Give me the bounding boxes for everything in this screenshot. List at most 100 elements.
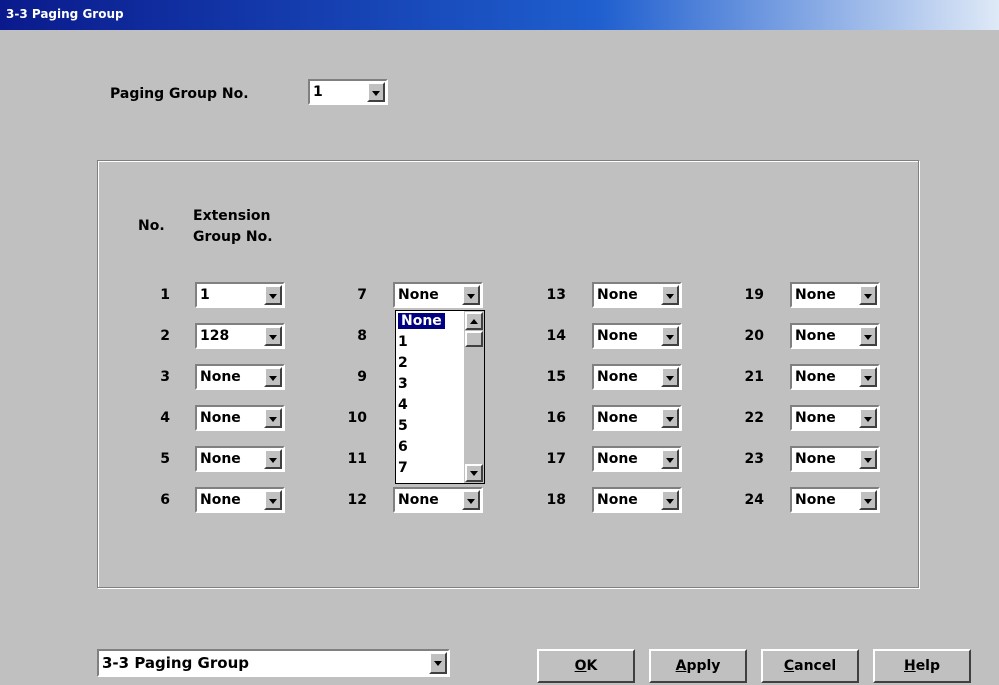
scroll-thumb[interactable] [465,331,483,347]
row-number: 4 [160,410,170,426]
extension-group-select[interactable]: None [790,364,880,390]
help-button[interactable]: Help [873,649,971,683]
chevron-down-icon[interactable] [859,490,877,510]
extension-group-select[interactable]: None [790,446,880,472]
chevron-down-icon[interactable] [859,285,877,305]
extension-group-select[interactable]: None [592,323,682,349]
row-number: 8 [357,328,367,344]
extension-group-select[interactable]: None [790,282,880,308]
chevron-down-icon[interactable] [859,367,877,387]
extension-group-select[interactable]: None [790,323,880,349]
chevron-down-icon[interactable] [859,408,877,428]
extension-group-select[interactable]: None [195,364,285,390]
chevron-down-icon[interactable] [264,408,282,428]
extension-group-value: None [597,492,638,508]
chevron-down-icon[interactable] [264,367,282,387]
chevron-down-icon[interactable] [661,326,679,346]
extension-group-value: None [795,287,836,303]
extension-group-select[interactable]: None [592,487,682,513]
chevron-down-icon[interactable] [661,490,679,510]
extension-group-select[interactable]: None [195,487,285,513]
dropdown-list-item[interactable]: 3 [398,376,408,392]
extension-group-value: None [597,328,638,344]
row-number: 21 [744,369,764,385]
page-selector-value: 3-3 Paging Group [102,654,249,672]
chevron-down-icon[interactable] [429,652,447,674]
extension-group-value: None [795,328,836,344]
row-number: 16 [546,410,566,426]
ok-button[interactable]: OK [537,649,635,683]
extension-group-value: None [795,451,836,467]
cancel-button-label: Cancel [783,658,837,674]
row-number: 6 [160,492,170,508]
extension-group-value: None [795,492,836,508]
row-number: 23 [744,451,764,467]
vertical-scrollbar[interactable] [464,311,484,483]
chevron-down-icon[interactable] [264,490,282,510]
page-selector[interactable]: 3-3 Paging Group [97,649,450,677]
extension-group-select[interactable]: 1 [195,282,285,308]
chevron-down-icon[interactable] [661,367,679,387]
chevron-down-icon[interactable] [462,285,480,305]
scroll-up-icon[interactable] [465,312,483,330]
chevron-down-icon[interactable] [462,490,480,510]
cancel-button[interactable]: Cancel [761,649,859,683]
apply-button[interactable]: Apply [649,649,747,683]
chevron-down-icon[interactable] [859,326,877,346]
row-number: 3 [160,369,170,385]
chevron-down-icon[interactable] [264,285,282,305]
extension-group-value: None [398,492,439,508]
extension-group-select[interactable]: None [393,282,483,308]
scroll-down-icon[interactable] [465,464,483,482]
extension-group-value: 1 [200,287,210,303]
extension-group-value: None [795,369,836,385]
row-number: 14 [546,328,566,344]
chevron-down-icon[interactable] [859,449,877,469]
paging-group-select[interactable]: 1 [308,79,388,105]
dropdown-list-item[interactable]: 2 [398,355,408,371]
extension-group-value: None [200,451,241,467]
dropdown-list-item[interactable]: 5 [398,418,408,434]
header-extension: Extension [193,208,271,224]
chevron-down-icon[interactable] [367,82,385,102]
chevron-down-icon[interactable] [661,285,679,305]
header-group-no: Group No. [193,229,273,245]
chevron-down-icon[interactable] [661,408,679,428]
extension-group-select[interactable]: None [592,405,682,431]
extension-group-select[interactable]: None [195,446,285,472]
row-number: 9 [357,369,367,385]
dropdown-list-item[interactable]: 7 [398,460,408,476]
dropdown-list-item[interactable]: 1 [398,334,408,350]
dialog-window: 3-3 Paging Group Paging Group No. 1 No. … [0,0,999,685]
extension-group-value: None [200,492,241,508]
row-number: 10 [347,410,367,426]
paging-group-label: Paging Group No. [110,86,249,102]
row-number: 7 [357,287,367,303]
dropdown-list-item[interactable]: None [398,313,445,329]
extension-group-select[interactable]: None [592,282,682,308]
extension-group-value: None [795,410,836,426]
dropdown-list-item[interactable]: 4 [398,397,408,413]
extension-group-value: None [200,369,241,385]
extension-group-select[interactable]: None [592,364,682,390]
dropdown-list-item[interactable]: 6 [398,439,408,455]
extension-group-select[interactable]: None [790,487,880,513]
header-no: No. [138,218,165,234]
row-number: 5 [160,451,170,467]
extension-group-select[interactable]: None [790,405,880,431]
extension-group-select[interactable]: 128 [195,323,285,349]
row-number: 12 [347,492,367,508]
extension-group-select[interactable]: None [393,487,483,513]
ok-button-label: OK [574,658,598,674]
row-number: 20 [744,328,764,344]
help-button-label: Help [903,658,941,674]
extension-group-value: None [398,287,439,303]
chevron-down-icon[interactable] [264,449,282,469]
extension-group-dropdown-list[interactable]: None 1 2 3 4 5 6 7 [395,310,485,484]
chevron-down-icon[interactable] [264,326,282,346]
title-bar[interactable]: 3-3 Paging Group [0,0,999,30]
row-number: 2 [160,328,170,344]
chevron-down-icon[interactable] [661,449,679,469]
extension-group-select[interactable]: None [592,446,682,472]
extension-group-select[interactable]: None [195,405,285,431]
